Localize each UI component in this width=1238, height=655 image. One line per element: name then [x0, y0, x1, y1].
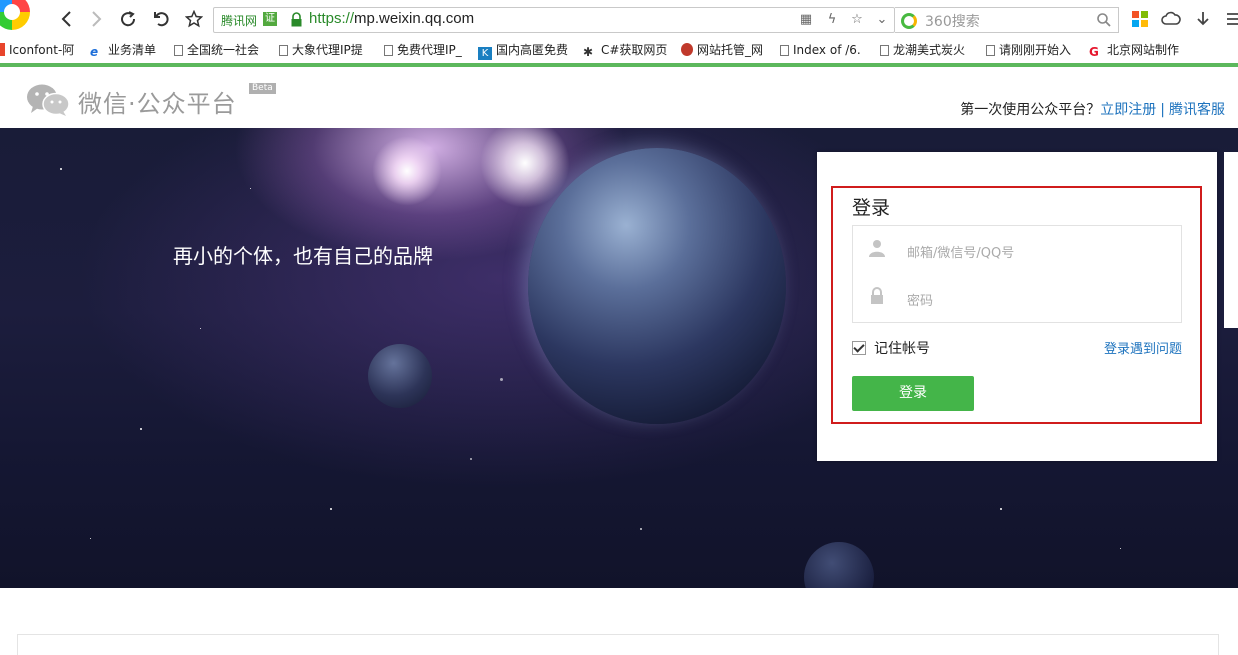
user-icon: [869, 240, 885, 257]
page-icon: [384, 45, 393, 56]
address-bar[interactable]: 腾讯网 证 https://mp.weixin.qq.com ▦ ϟ ☆ ⌄: [213, 7, 895, 33]
bookmark-item[interactable]: Index of /6.: [780, 41, 861, 59]
bookmark-item[interactable]: 请刚刚开始入: [986, 41, 1071, 59]
login-button[interactable]: 登录: [852, 376, 974, 411]
bookmark-item[interactable]: Iconfont-阿: [0, 41, 74, 59]
bookmark-item[interactable]: G 北京网站制作: [1089, 41, 1179, 59]
moon-illustration: [368, 344, 432, 408]
apps-grid-icon[interactable]: [1130, 9, 1150, 29]
page-icon: [986, 45, 995, 56]
lightning-icon[interactable]: ϟ: [824, 12, 840, 28]
bookmark-item[interactable]: ✱ C#获取网页: [583, 41, 667, 59]
login-trouble-link[interactable]: 登录遇到问题: [1104, 338, 1182, 357]
browser-toolbar: 腾讯网 证 https://mp.weixin.qq.com ▦ ϟ ☆ ⌄ 3…: [0, 0, 1238, 38]
bookmark-item[interactable]: 大象代理IP提: [279, 41, 363, 59]
menu-icon[interactable]: [1224, 9, 1238, 29]
bookmark-star-icon[interactable]: ☆: [849, 12, 865, 28]
bookmark-item[interactable]: 网站托管_网: [681, 41, 763, 59]
remember-checkbox[interactable]: [852, 341, 866, 355]
url-text[interactable]: https://mp.weixin.qq.com: [309, 10, 474, 27]
header-links: 第一次使用公众平台？立即注册 | 腾讯客服: [960, 99, 1225, 119]
page-icon: [279, 45, 288, 56]
site-header: 微信·公众平台 Beta 第一次使用公众平台？立即注册 | 腾讯客服: [0, 67, 1238, 128]
search-placeholder: 360搜索: [925, 14, 980, 30]
link-separator: |: [1160, 102, 1165, 118]
account-field[interactable]: 邮箱/微信号/QQ号: [852, 225, 1182, 275]
planet-illustration: [528, 148, 786, 424]
account-placeholder: 邮箱/微信号/QQ号: [907, 246, 1015, 261]
avatar-icon: [681, 43, 693, 56]
back-icon[interactable]: [56, 8, 78, 30]
hero-banner: 再小的个体，也有自己的品牌 登录 邮箱/微信号/QQ号 密码 记住帐号 登录遇到…: [0, 128, 1238, 588]
login-title: 登录: [852, 197, 891, 219]
search-box[interactable]: 360搜索: [895, 7, 1119, 33]
qr-code-icon[interactable]: ▦: [798, 12, 814, 28]
bookmark-item[interactable]: 免费代理IP_: [384, 41, 462, 59]
login-card: 登录 邮箱/微信号/QQ号 密码 记住帐号 登录遇到问题 登录: [817, 152, 1217, 461]
spider-icon: ✱: [583, 45, 594, 59]
search-engine-logo-icon: [901, 13, 917, 29]
browser-logo-icon: [0, 0, 30, 30]
remember-account[interactable]: 记住帐号: [852, 338, 930, 358]
cloud-icon[interactable]: [1161, 9, 1181, 29]
bookmarks-bar: Iconfont-阿 e 业务清单 全国统一社会 大象代理IP提 免费代理IP_ …: [0, 38, 1238, 62]
bookmark-item[interactable]: e 业务清单: [90, 41, 156, 59]
side-panel-edge: [1224, 152, 1238, 328]
search-icon[interactable]: [1096, 12, 1112, 28]
e-icon: e: [90, 45, 99, 59]
lock-icon: [871, 287, 883, 304]
support-link[interactable]: 腾讯客服: [1169, 102, 1225, 118]
light-flare: [372, 136, 442, 206]
iconfont-icon: [0, 43, 5, 56]
bookmark-item[interactable]: 龙潮美式炭火: [880, 41, 965, 59]
site-tag: 腾讯网: [221, 14, 258, 28]
page-icon: [174, 45, 183, 56]
download-icon[interactable]: [1193, 9, 1213, 29]
beta-badge: Beta: [249, 83, 276, 94]
banner-slogan: 再小的个体，也有自己的品牌: [173, 244, 433, 268]
light-flare: [480, 128, 570, 208]
register-link[interactable]: 立即注册: [1100, 102, 1156, 118]
favorite-star-icon[interactable]: [183, 8, 205, 30]
secure-lock-icon: [291, 12, 302, 27]
first-time-text: 第一次使用公众平台？: [960, 102, 1101, 118]
password-placeholder: 密码: [907, 294, 934, 309]
planet-illustration: [804, 542, 874, 588]
dropdown-chevron-icon[interactable]: ⌄: [874, 12, 890, 28]
remember-label: 记住帐号: [874, 341, 930, 357]
forward-icon[interactable]: [85, 8, 107, 30]
certificate-icon[interactable]: 证: [263, 12, 277, 26]
wechat-logo-icon[interactable]: [26, 83, 70, 117]
password-field[interactable]: 密码: [852, 274, 1182, 323]
brand-title[interactable]: 微信·公众平台: [78, 84, 237, 119]
undo-icon[interactable]: [150, 8, 172, 30]
bookmark-item[interactable]: K 国内高匿免费: [478, 41, 568, 60]
k-icon: K: [478, 47, 492, 60]
weibo-icon: G: [1089, 45, 1099, 59]
page-icon: [780, 45, 789, 56]
bookmark-item[interactable]: 全国统一社会: [174, 41, 259, 59]
page-icon: [880, 45, 889, 56]
refresh-icon[interactable]: [117, 8, 139, 30]
